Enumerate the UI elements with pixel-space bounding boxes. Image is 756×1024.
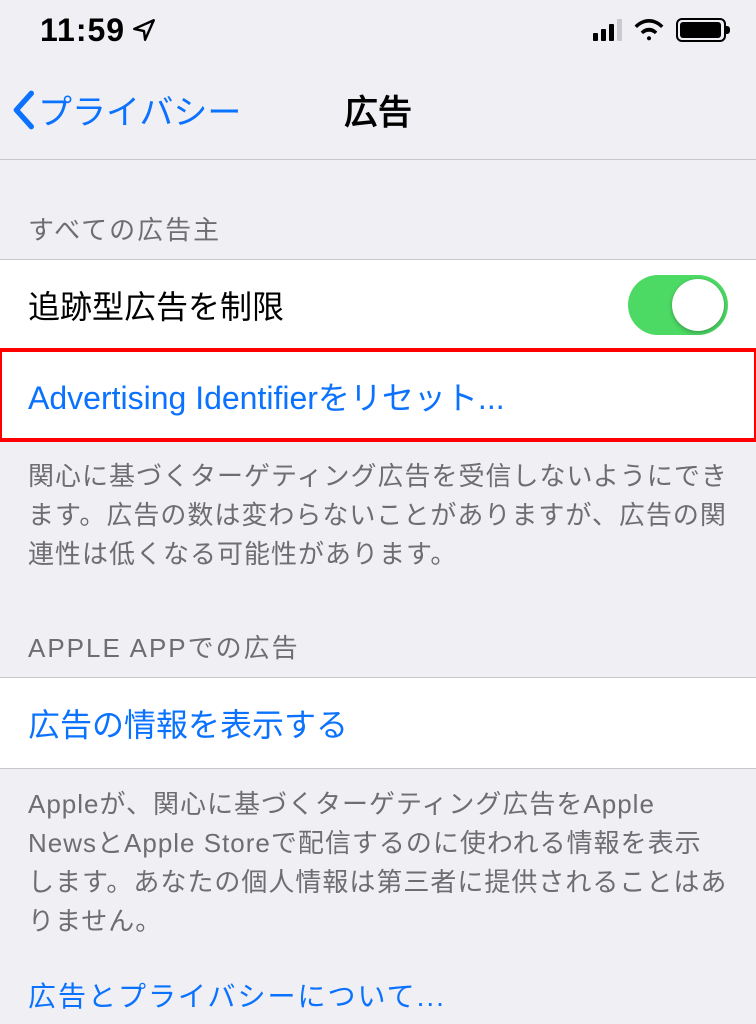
cell-group-advertisers: 追跡型広告を制限 Advertising Identifierをリセット...: [0, 259, 756, 441]
toggle-knob: [672, 279, 724, 331]
limit-ad-tracking-label: 追跡型広告を制限: [28, 282, 284, 328]
status-time: 11:59: [40, 12, 125, 49]
section-header-apple-app-ads: APPLE APPでの広告: [0, 574, 756, 677]
cell-group-apple-ads: 広告の情報を表示する: [0, 677, 756, 769]
section2-footer: Appleが、関心に基づくターゲティング広告をApple NewsとApple …: [0, 769, 756, 941]
chevron-left-icon: [10, 90, 36, 130]
reset-advertising-identifier-row[interactable]: Advertising Identifierをリセット...: [0, 350, 756, 440]
status-left: 11:59: [40, 12, 157, 49]
back-label: プライバシー: [38, 85, 241, 134]
view-ad-info-row[interactable]: 広告の情報を表示する: [0, 678, 756, 768]
limit-ad-tracking-row[interactable]: 追跡型広告を制限: [0, 260, 756, 350]
section1-footer: 関心に基づくターゲティング広告を受信しないようにできます。広告の数は変わらないこ…: [0, 441, 756, 574]
limit-ad-tracking-toggle[interactable]: [628, 275, 728, 335]
wifi-icon: [634, 19, 664, 41]
reset-advertising-identifier-label: Advertising Identifierをリセット...: [28, 373, 505, 419]
back-button[interactable]: プライバシー: [0, 85, 241, 134]
location-icon: [131, 17, 157, 43]
section-header-all-advertisers: すべての広告主: [0, 160, 756, 259]
status-bar: 11:59: [0, 0, 756, 60]
nav-bar: プライバシー 広告: [0, 60, 756, 160]
cellular-signal-icon: [593, 19, 622, 41]
view-ad-info-label: 広告の情報を表示する: [28, 700, 348, 746]
status-right: [593, 18, 726, 42]
about-ads-privacy-link[interactable]: 広告とプライバシーについて...: [0, 941, 756, 1024]
battery-icon: [676, 18, 726, 42]
